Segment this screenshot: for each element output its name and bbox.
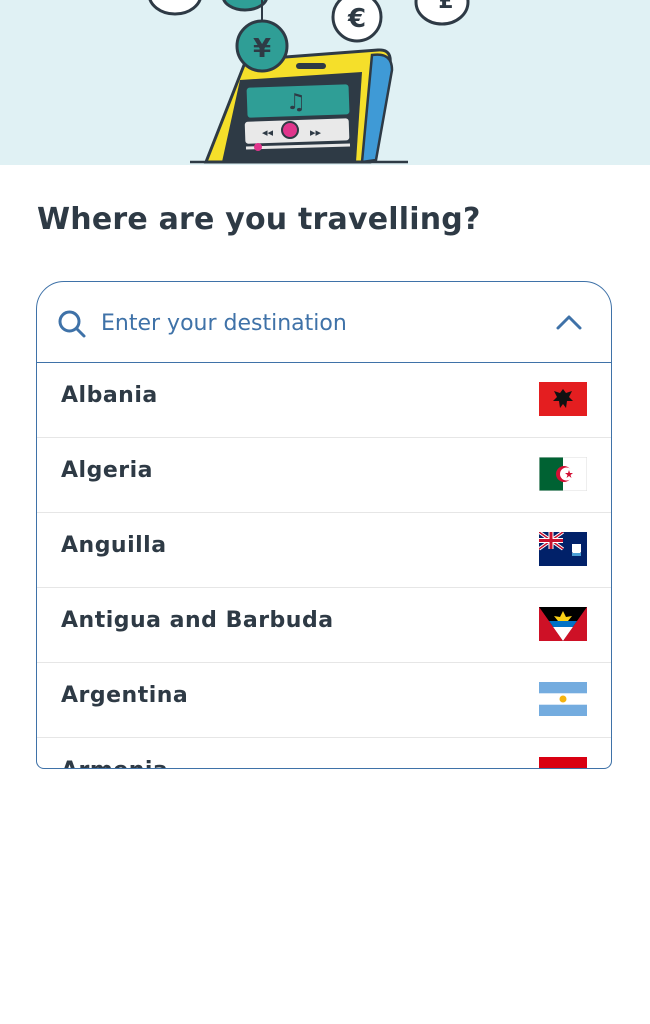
country-name: Algeria: [61, 458, 153, 483]
euro-coin-icon: €: [331, 0, 383, 43]
flag-albania-icon: [539, 382, 587, 416]
list-item[interactable]: Algeria: [37, 438, 611, 513]
country-name: Albania: [61, 383, 158, 408]
flag-antigua-and-barbuda-icon: [539, 607, 587, 641]
svg-text:▸▸: ▸▸: [310, 126, 322, 139]
svg-text:¥: ¥: [253, 34, 271, 64]
country-list: Albania Algeria Anguilla Antigua and Bar…: [37, 363, 611, 768]
phone-icon: ♫ ◂◂ ▸▸: [190, 48, 408, 164]
list-item[interactable]: Argentina: [37, 663, 611, 738]
list-item[interactable]: Albania: [37, 363, 611, 438]
svg-text:◂◂: ◂◂: [262, 126, 274, 139]
country-name: Anguilla: [61, 533, 167, 558]
country-name: Argentina: [61, 683, 189, 708]
list-item[interactable]: Anguilla: [37, 513, 611, 588]
hero-illustration: € £ ♫ ◂◂ ▸▸ ¥: [0, 0, 650, 165]
flag-armenia-icon: [539, 757, 587, 768]
svg-text:€: €: [347, 4, 366, 34]
list-item[interactable]: Antigua and Barbuda: [37, 588, 611, 663]
svg-text:£: £: [438, 0, 453, 14]
page-title: Where are you travelling?: [37, 202, 481, 237]
flag-anguilla-icon: [539, 532, 587, 566]
svg-text:♫: ♫: [286, 90, 306, 115]
country-name: Armenia: [61, 758, 168, 768]
chevron-up-icon[interactable]: [555, 312, 583, 332]
flag-argentina-icon: [539, 682, 587, 716]
flag-algeria-icon: [539, 457, 587, 491]
search-icon: [58, 310, 86, 338]
country-name: Antigua and Barbuda: [61, 608, 334, 633]
pound-coin-icon: £: [414, 0, 470, 26]
destination-search-bar[interactable]: [37, 282, 611, 363]
destination-dropdown[interactable]: Albania Algeria Anguilla: [36, 281, 612, 769]
list-item[interactable]: Armenia: [37, 738, 611, 768]
coin-icon: [148, 0, 268, 16]
phone-currency-illustration: € £ ♫ ◂◂ ▸▸ ¥: [148, 0, 470, 164]
destination-search-input[interactable]: [99, 304, 533, 342]
